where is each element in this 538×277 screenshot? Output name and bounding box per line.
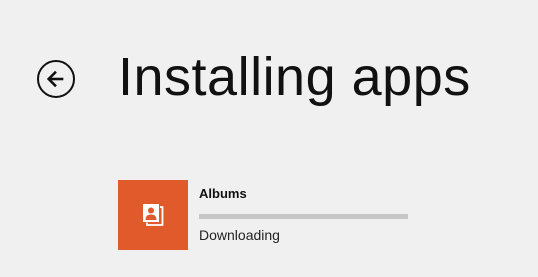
page-title: Installing apps [118,47,471,107]
download-progress-bar [199,214,408,219]
photo-albums-icon [143,204,164,226]
back-arrow-icon [46,70,64,88]
app-tile[interactable] [118,180,188,250]
app-name: Albums [199,186,247,201]
install-list-item[interactable]: Albums Downloading [118,180,418,250]
back-button[interactable] [37,60,75,98]
app-status: Downloading [199,227,280,243]
